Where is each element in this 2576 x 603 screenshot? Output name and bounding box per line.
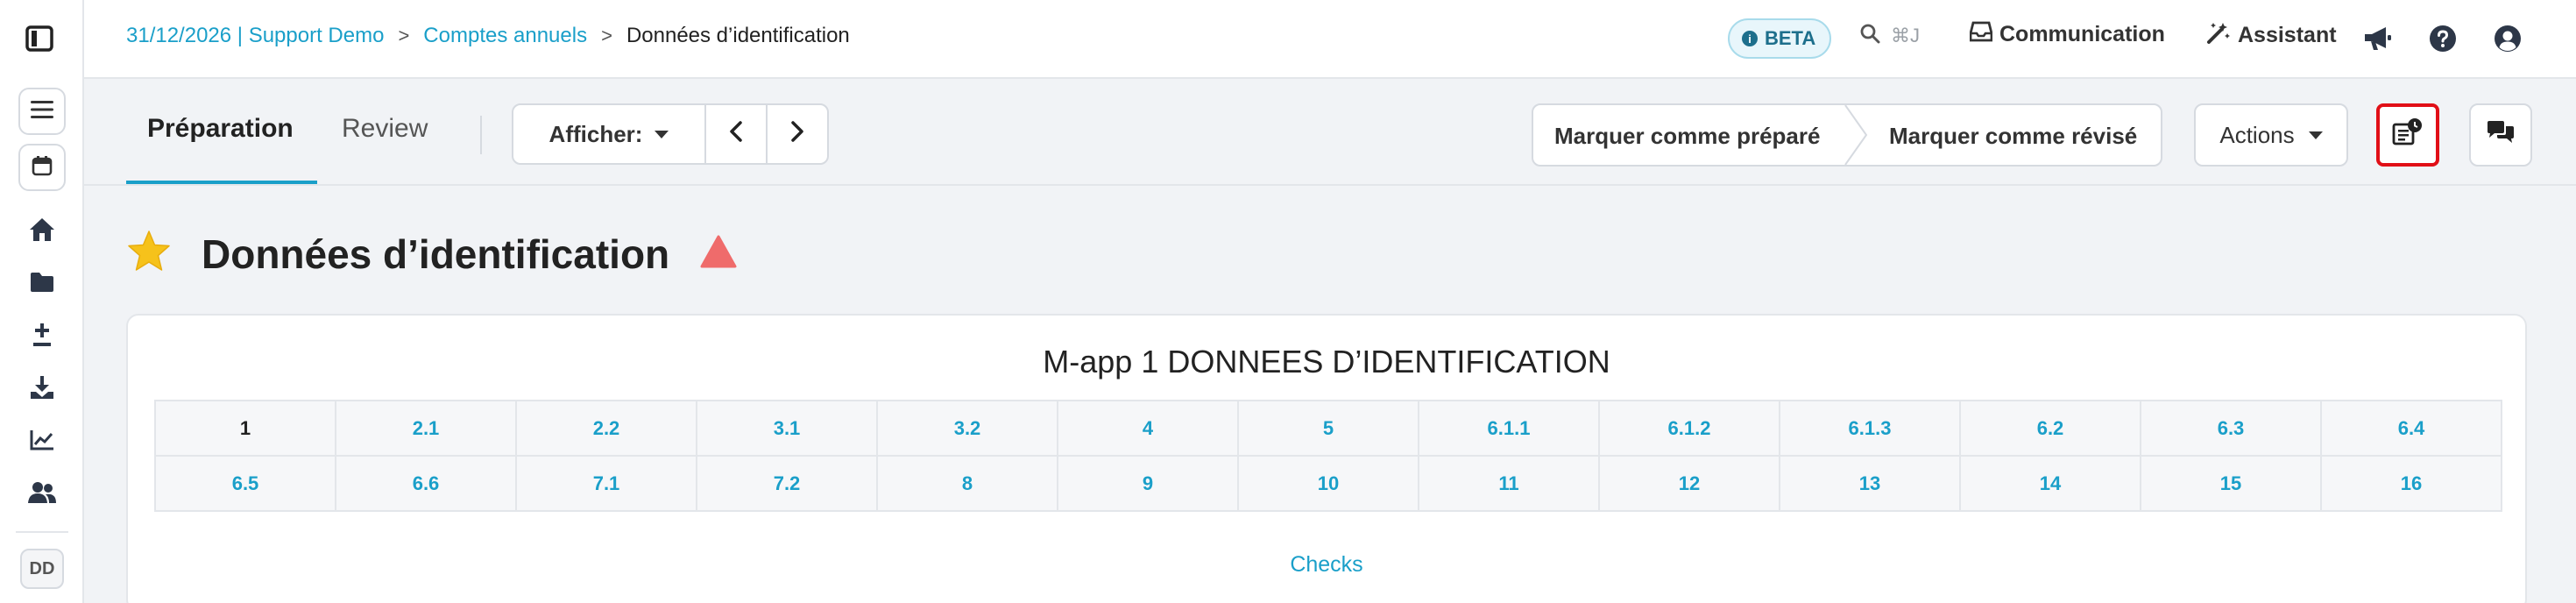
sidebar-toggle-icon[interactable] — [25, 25, 60, 54]
checks-link[interactable]: Checks — [128, 552, 2525, 578]
section-link[interactable]: 1 — [154, 400, 336, 457]
tab-preparation[interactable]: Préparation — [147, 114, 294, 144]
section-link[interactable]: 13 — [1779, 455, 1961, 512]
download-icon[interactable] — [26, 372, 58, 403]
chart-icon[interactable] — [26, 424, 58, 456]
user-avatar[interactable]: DD — [20, 549, 64, 589]
section-link[interactable]: 14 — [1959, 455, 2141, 512]
caret-down-icon — [2308, 131, 2323, 139]
help-icon[interactable] — [2427, 23, 2459, 54]
megaphone-icon[interactable] — [2362, 23, 2394, 54]
chevron-right-icon — [790, 120, 804, 148]
warning-triangle-icon — [699, 234, 738, 273]
breadcrumb: 31/12/2026 | Support Demo > Comptes annu… — [126, 24, 850, 48]
section-link[interactable]: 8 — [876, 455, 1058, 512]
active-tab-indicator — [126, 181, 317, 184]
beta-label: BETA — [1765, 27, 1816, 49]
section-link[interactable]: 6.1.2 — [1598, 400, 1780, 457]
breadcrumb-separator: > — [398, 25, 410, 46]
chevron-left-icon — [729, 120, 743, 148]
page-header: Données d’identification — [126, 230, 738, 278]
breadcrumb-current: Données d’identification — [626, 24, 850, 47]
user-profile-icon[interactable] — [2492, 23, 2523, 54]
next-button[interactable] — [766, 103, 829, 165]
folder-icon[interactable] — [26, 266, 58, 298]
section-link[interactable]: 2.2 — [515, 400, 697, 457]
home-icon[interactable] — [26, 214, 58, 245]
workflow-separator — [1844, 105, 1868, 165]
comments-button[interactable] — [2469, 103, 2532, 167]
afficher-dropdown[interactable]: Afficher: — [512, 103, 706, 165]
comments-icon — [2485, 119, 2516, 152]
communication-label: Communication — [1999, 22, 2165, 46]
breadcrumb-comptes-annuels[interactable]: Comptes annuels — [423, 24, 587, 48]
section-link[interactable]: 6.1.1 — [1418, 400, 1600, 457]
assistant-label: Assistant — [2238, 23, 2337, 47]
section-link[interactable]: 10 — [1237, 455, 1419, 512]
document-history-icon — [2391, 117, 2424, 153]
section-link[interactable]: 3.2 — [876, 400, 1058, 457]
previous-button[interactable] — [704, 103, 768, 165]
section-link[interactable]: 3.1 — [696, 400, 878, 457]
top-bar: 31/12/2026 | Support Demo > Comptes annu… — [84, 0, 2576, 79]
section-link[interactable]: 6.2 — [1959, 400, 2141, 457]
breadcrumb-separator: > — [601, 25, 612, 46]
section-link[interactable]: 5 — [1237, 400, 1419, 457]
actions-dropdown[interactable]: Actions — [2194, 103, 2348, 167]
mark-prepared-button[interactable]: Marquer comme préparé — [1554, 123, 1820, 150]
search-icon — [1859, 23, 1880, 49]
users-icon[interactable] — [26, 477, 58, 508]
search-button[interactable]: ⌘J — [1859, 23, 1920, 49]
mark-reviewed-button[interactable]: Marquer comme révisé — [1889, 123, 2137, 150]
toolbar-divider — [480, 116, 482, 154]
section-link[interactable]: 4 — [1057, 400, 1239, 457]
communication-button[interactable]: Communication — [1969, 21, 2165, 48]
section-link[interactable]: 7.1 — [515, 455, 697, 512]
actions-label: Actions — [2219, 121, 2295, 148]
calendar-button[interactable] — [18, 144, 66, 191]
section-link[interactable]: 11 — [1418, 455, 1600, 512]
page-title: Données d’identification — [202, 231, 670, 277]
menu-icon — [31, 100, 53, 124]
section-link[interactable]: 15 — [2140, 455, 2322, 512]
section-link[interactable]: 12 — [1598, 455, 1780, 512]
section-link[interactable]: 6.3 — [2140, 400, 2322, 457]
section-link[interactable]: 6.1.3 — [1779, 400, 1961, 457]
section-link[interactable]: 6.4 — [2320, 400, 2502, 457]
assistant-button[interactable]: Assistant — [2206, 21, 2337, 50]
section-link[interactable]: 6.6 — [335, 455, 517, 512]
breadcrumb-engagement[interactable]: 31/12/2026 | Support Demo — [126, 24, 384, 48]
inbox-icon — [1969, 21, 1993, 48]
main-content: Préparation Review Afficher: Marquer com… — [84, 79, 2576, 603]
section-navigation-table: 1 2.1 2.2 3.1 3.2 4 5 6.1.1 6.1.2 6.1.3 … — [154, 400, 2502, 512]
section-link[interactable]: 16 — [2320, 455, 2502, 512]
magic-wand-icon — [2206, 21, 2231, 50]
card-title: M-app 1 DONNEES D’IDENTIFICATION — [1043, 344, 1610, 380]
calendar-icon — [32, 155, 53, 181]
workflow-status-group: Marquer comme préparé Marquer comme révi… — [1532, 103, 2162, 167]
left-rail: DD — [0, 0, 84, 603]
caret-down-icon — [655, 130, 669, 138]
section-link[interactable]: 7.2 — [696, 455, 878, 512]
table-row: 1 2.1 2.2 3.1 3.2 4 5 6.1.1 6.1.2 6.1.3 … — [154, 400, 2502, 457]
search-shortcut: ⌘J — [1891, 25, 1920, 46]
table-row: 6.5 6.6 7.1 7.2 8 9 10 11 12 13 14 15 16 — [154, 455, 2502, 512]
tab-toolbar: Préparation Review Afficher: Marquer com… — [84, 79, 2576, 186]
rail-divider — [16, 531, 68, 533]
section-link[interactable]: 9 — [1057, 455, 1239, 512]
form-card: M-app 1 DONNEES D’IDENTIFICATION 1 2.1 2… — [126, 314, 2527, 603]
section-link[interactable]: 2.1 — [335, 400, 517, 457]
tab-review[interactable]: Review — [342, 114, 428, 144]
menu-button[interactable] — [18, 88, 66, 135]
beta-badge[interactable]: i BETA — [1728, 18, 1832, 59]
afficher-label: Afficher: — [548, 120, 643, 147]
plus-minus-icon[interactable] — [26, 319, 58, 351]
history-button[interactable] — [2376, 103, 2439, 167]
star-icon[interactable] — [126, 230, 172, 278]
info-icon: i — [1742, 31, 1758, 46]
section-link[interactable]: 6.5 — [154, 455, 336, 512]
